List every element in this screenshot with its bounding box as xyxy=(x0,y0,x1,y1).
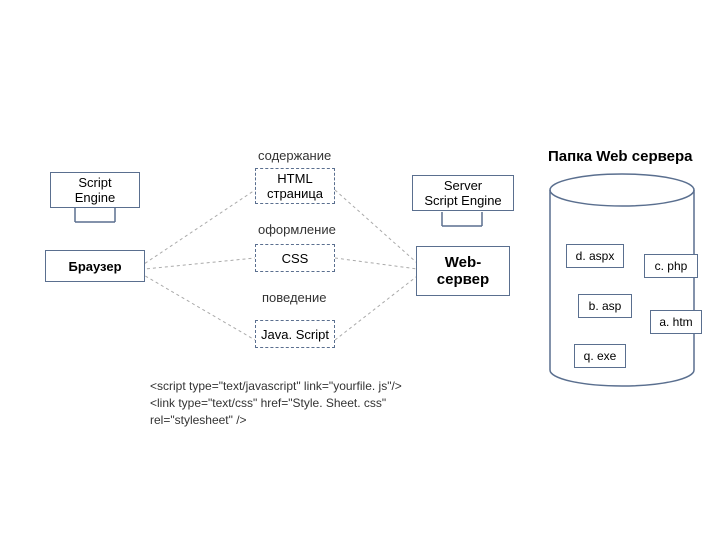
browser-label: Браузер xyxy=(68,259,121,274)
behavior-label: поведение xyxy=(262,290,326,305)
webserver-label: Web- сервер xyxy=(437,254,489,288)
file-a-box: a. htm xyxy=(650,310,702,334)
css-box: CSS xyxy=(255,244,335,272)
file-a-label: a. htm xyxy=(659,315,692,329)
folder-title: Папка Web сервера xyxy=(548,148,692,165)
webserver-box: Web- сервер xyxy=(416,246,510,296)
html-box: HTML страница xyxy=(255,168,335,204)
content-label: содержание xyxy=(258,148,331,163)
script-engine-label: Script Engine xyxy=(75,175,115,205)
css-label: CSS xyxy=(282,251,309,266)
script-engine-box: Script Engine xyxy=(50,172,140,208)
js-box: Java. Script xyxy=(255,320,335,348)
style-label: оформление xyxy=(258,222,336,237)
file-b-label: b. asp xyxy=(589,299,622,313)
file-c-box: c. php xyxy=(644,254,698,278)
js-label: Java. Script xyxy=(261,327,329,342)
file-q-box: q. exe xyxy=(574,344,626,368)
server-script-engine-label: Server Script Engine xyxy=(424,178,501,208)
server-script-engine-box: Server Script Engine xyxy=(412,175,514,211)
html-label: HTML страница xyxy=(267,171,323,201)
browser-box: Браузер xyxy=(45,250,145,282)
file-d-box: d. aspx xyxy=(566,244,624,268)
code-snippet: <script type="text/javascript" link="you… xyxy=(150,378,402,428)
file-b-box: b. asp xyxy=(578,294,632,318)
file-d-label: d. aspx xyxy=(576,249,615,263)
file-c-label: c. php xyxy=(655,259,688,273)
file-q-label: q. exe xyxy=(584,349,617,363)
